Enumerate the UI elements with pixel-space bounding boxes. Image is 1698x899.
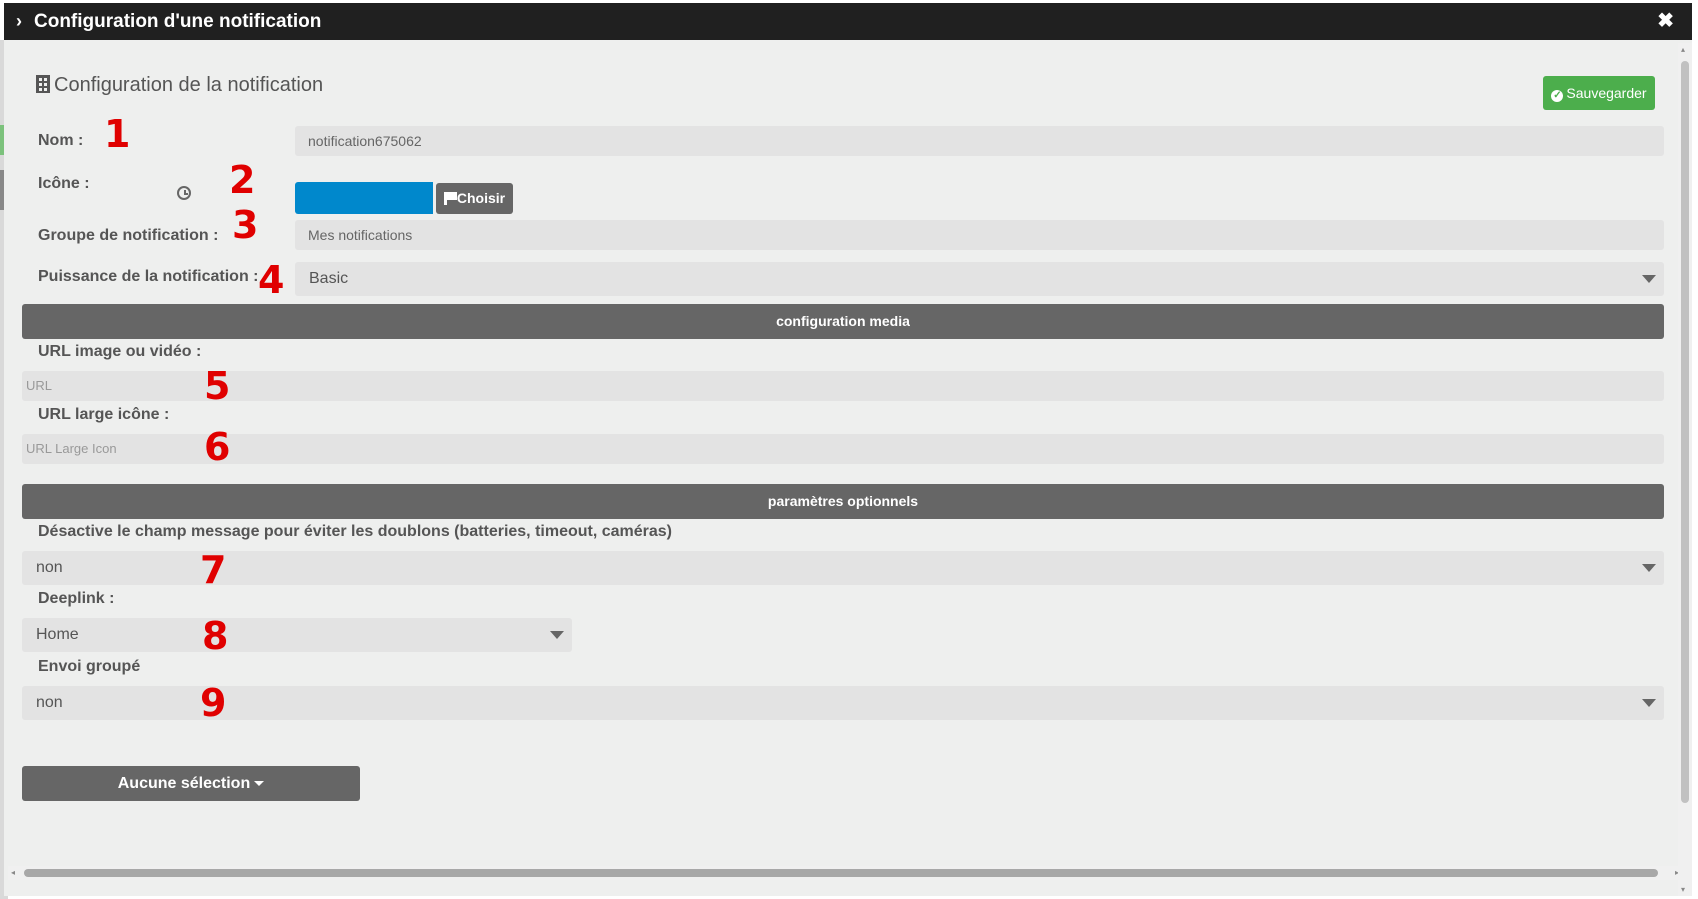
groupe-input[interactable]: Mes notifications (295, 220, 1664, 250)
flag-icon (443, 192, 457, 205)
save-button-label: Sauvegarder (1566, 85, 1647, 101)
save-button[interactable]: ✓ Sauvegarder (1543, 76, 1655, 110)
url-large-icon-input[interactable]: URL Large Icon (22, 434, 1664, 464)
icon-color-picker[interactable] (295, 182, 433, 214)
annotation-3: 3 (232, 203, 259, 247)
annotation-8: 8 (202, 614, 229, 658)
desactive-select[interactable]: non (22, 551, 1664, 585)
envoi-groupe-value: non (36, 694, 63, 711)
optional-section-header: paramètres optionnels (22, 484, 1664, 519)
scroll-down-icon[interactable]: ▾ (1681, 885, 1685, 894)
envoi-groupe-label: Envoi groupé (38, 658, 141, 675)
vertical-scrollbar-thumb[interactable] (1681, 61, 1689, 803)
url-media-input[interactable]: URL (22, 371, 1664, 401)
dialog-content: Configuration de la notification ✓ Sauveg… (4, 40, 1664, 863)
close-icon[interactable]: ✖ (1657, 11, 1674, 31)
annotation-6: 6 (204, 425, 231, 469)
desactive-label: Désactive le champ message pour éviter l… (38, 523, 673, 540)
chevron-down-icon (550, 631, 564, 639)
annotation-9: 9 (200, 681, 227, 725)
groupe-label: Groupe de notification : (38, 227, 219, 244)
scroll-left-icon[interactable]: ◂ (11, 868, 15, 877)
horizontal-scrollbar[interactable]: ◂ ▸ (8, 866, 1682, 880)
vertical-scrollbar[interactable]: ▴ ▾ (1678, 43, 1692, 896)
check-circle-icon: ✓ (1551, 90, 1564, 102)
media-section-header: configuration media (22, 304, 1664, 339)
deeplink-select[interactable]: Home (22, 618, 572, 652)
notification-config-dialog: › Configuration d'une notification ✖ Con… (4, 3, 1692, 896)
annotation-7: 7 (200, 548, 227, 592)
section-title: Configuration de la notification (36, 74, 323, 97)
choisir-label: Choisir (456, 190, 506, 206)
aucune-selection-label: Aucune sélection (117, 775, 251, 792)
nom-input[interactable]: notification675062 (295, 126, 1664, 156)
annotation-4: 4 (258, 258, 285, 302)
desactive-value: non (36, 559, 63, 576)
chevron-down-icon (1642, 564, 1656, 572)
chevron-down-icon (1642, 275, 1656, 283)
deeplink-label: Deeplink : (38, 590, 115, 607)
alarm-clock-icon (177, 186, 191, 200)
puissance-select[interactable]: Basic (295, 262, 1664, 296)
annotation-5: 5 (204, 364, 231, 408)
aucune-selection-dropdown[interactable]: Aucune sélection (22, 766, 360, 801)
horizontal-scrollbar-thumb[interactable] (24, 869, 1658, 877)
nom-label: Nom : (38, 132, 84, 149)
chevron-right-icon[interactable]: › (16, 12, 22, 30)
dialog-title: Configuration d'une notification (34, 11, 322, 32)
dialog-titlebar: › Configuration d'une notification ✖ (4, 3, 1692, 40)
url-media-label: URL image ou vidéo : (38, 343, 202, 360)
puissance-label: Puissance de la notification : (38, 268, 259, 285)
choisir-button[interactable]: Choisir (436, 183, 513, 214)
icone-label: Icône : (38, 175, 90, 192)
url-large-icon-label: URL large icône : (38, 406, 170, 423)
section-title-text: Configuration de la notification (54, 74, 324, 96)
scroll-up-icon[interactable]: ▴ (1681, 45, 1685, 54)
annotation-1: 1 (104, 112, 131, 156)
caret-down-icon (254, 781, 265, 786)
puissance-value: Basic (309, 270, 349, 287)
building-icon (36, 75, 50, 93)
envoi-groupe-select[interactable]: non (22, 686, 1664, 720)
deeplink-value: Home (36, 626, 79, 643)
annotation-2: 2 (229, 158, 256, 202)
chevron-down-icon (1642, 699, 1656, 707)
